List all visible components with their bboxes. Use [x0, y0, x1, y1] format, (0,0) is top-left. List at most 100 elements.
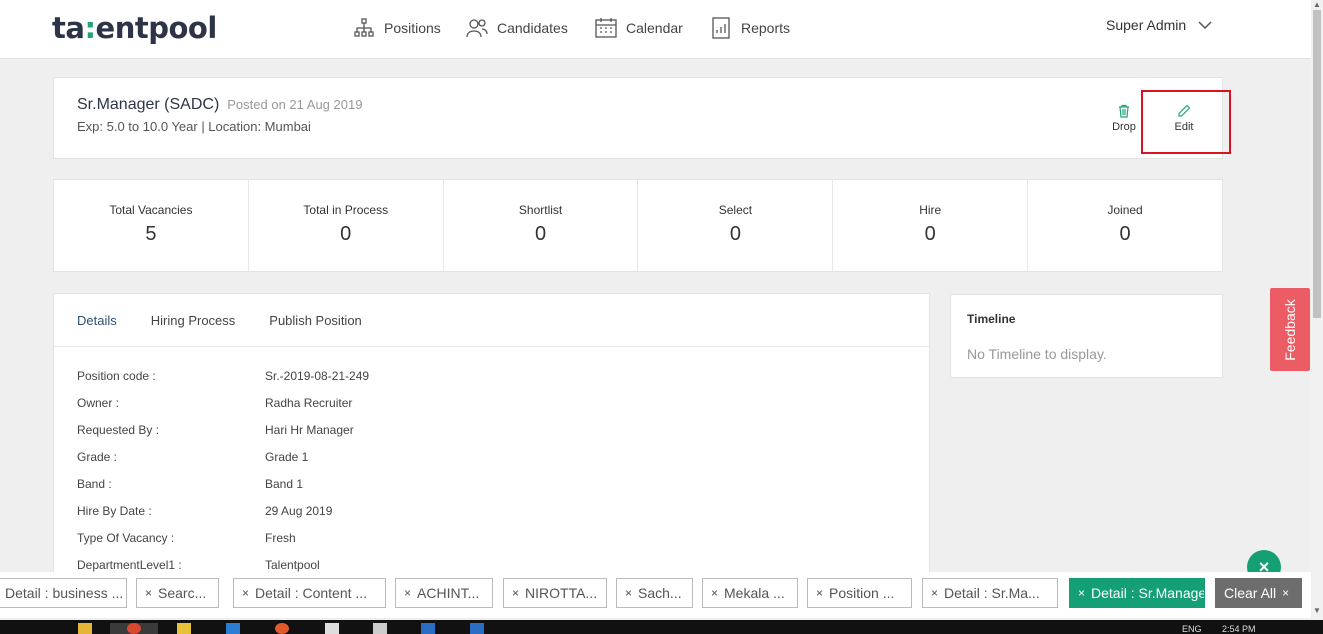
- close-icon[interactable]: ×: [816, 586, 823, 600]
- app-icon[interactable]: [226, 623, 240, 634]
- close-icon: ×: [1282, 586, 1290, 600]
- nav-positions[interactable]: Positions: [352, 16, 441, 40]
- recent-tab-chip[interactable]: × Sach...: [616, 578, 693, 608]
- chip-label: Sach...: [638, 585, 682, 601]
- detail-row-owner: Owner : Radha Recruiter: [54, 396, 929, 423]
- users-icon: [466, 19, 488, 38]
- clock[interactable]: 2:54 PM: [1222, 624, 1256, 634]
- details-list: Position code : Sr.-2019-08-21-249 Owner …: [54, 347, 929, 582]
- chip-label: Position ...: [829, 585, 895, 601]
- detail-key: Requested By :: [77, 423, 160, 437]
- app-icon[interactable]: [275, 623, 289, 634]
- recent-tab-chip-active[interactable]: × Detail : Sr.Manager: [1069, 578, 1205, 608]
- recent-tab-chip[interactable]: × Detail : Sr.Ma...: [922, 578, 1058, 608]
- close-icon[interactable]: ×: [625, 586, 632, 600]
- timeline-panel: Timeline No Timeline to display.: [950, 294, 1223, 378]
- word-icon[interactable]: [421, 623, 435, 634]
- detail-key: Hire By Date :: [77, 504, 152, 518]
- stat-shortlist: Shortlist 0: [444, 180, 639, 271]
- chip-label: Detail : Sr.Ma...: [944, 585, 1040, 601]
- close-icon[interactable]: ×: [711, 586, 718, 600]
- scroll-down-arrow-icon[interactable]: ▼: [1313, 606, 1321, 615]
- detail-key: Type Of Vacancy :: [77, 531, 175, 545]
- recent-tab-chip[interactable]: Detail : business ...: [0, 578, 127, 608]
- tab-publish-position[interactable]: Publish Position: [269, 313, 362, 328]
- sticky-notes-icon[interactable]: [177, 623, 191, 634]
- chip-label: Detail : Sr.Manager: [1091, 585, 1205, 601]
- chip-label: NIROTTA...: [525, 585, 598, 601]
- chip-label: Mekala ...: [724, 585, 785, 601]
- vertical-scrollbar[interactable]: ▲ ▼: [1311, 0, 1323, 620]
- recent-tab-chip[interactable]: × NIROTTA...: [503, 578, 607, 608]
- chip-label: Searc...: [158, 585, 207, 601]
- close-icon[interactable]: ×: [1078, 586, 1085, 600]
- org-chart-icon: [354, 18, 374, 37]
- app-icon[interactable]: [373, 623, 387, 634]
- stat-value: 0: [924, 223, 936, 245]
- user-name: Super Admin: [1106, 17, 1187, 33]
- recent-tab-chip[interactable]: × ACHINT...: [395, 578, 493, 608]
- detail-value: Band 1: [265, 477, 304, 491]
- detail-row-type-of-vacancy: Type Of Vacancy : Fresh: [54, 531, 929, 558]
- feedback-tab[interactable]: Feedback: [1270, 288, 1310, 371]
- edit-highlight-box: [1141, 90, 1231, 154]
- detail-row-grade: Grade : Grade 1: [54, 450, 929, 477]
- stat-label: Total Vacancies: [109, 203, 193, 217]
- nav-reports-label: Reports: [741, 20, 791, 36]
- scroll-up-arrow-icon[interactable]: ▲: [1313, 0, 1321, 9]
- stat-value: 5: [145, 223, 157, 245]
- document-icon[interactable]: [325, 623, 339, 634]
- position-title: Sr.Manager (SADC) Posted on 21 Aug 2019: [77, 96, 363, 113]
- detail-row-band: Band : Band 1: [54, 477, 929, 504]
- close-icon[interactable]: ×: [145, 586, 152, 600]
- detail-key: Position code :: [77, 369, 156, 383]
- close-icon[interactable]: ×: [242, 586, 249, 600]
- chevron-down-icon: [1198, 21, 1212, 30]
- close-icon[interactable]: ×: [931, 586, 938, 600]
- drop-label: Drop: [1112, 121, 1136, 133]
- drop-button[interactable]: Drop: [1104, 104, 1144, 133]
- recent-tab-chip[interactable]: × Searc...: [136, 578, 219, 608]
- nav-candidates[interactable]: Candidates: [465, 16, 568, 40]
- scrollbar-thumb[interactable]: [1313, 10, 1321, 318]
- detail-value: Grade 1: [265, 450, 309, 464]
- stat-label: Joined: [1107, 203, 1143, 217]
- detail-row-position-code: Position code : Sr.-2019-08-21-249: [54, 369, 929, 396]
- stat-label: Shortlist: [518, 203, 563, 217]
- detail-key: Owner :: [77, 396, 120, 410]
- stat-label: Total in Process: [303, 203, 389, 217]
- chrome-icon[interactable]: [127, 623, 141, 634]
- recent-tab-chip[interactable]: × Detail : Content ...: [233, 578, 386, 608]
- language-indicator[interactable]: ENG: [1182, 624, 1202, 634]
- detail-value: 29 Aug 2019: [265, 504, 333, 518]
- detail-key: Grade :: [77, 450, 118, 464]
- stat-total-in-process: Total in Process 0: [249, 180, 444, 271]
- talentpool-logo[interactable]: ta:entpool: [52, 11, 217, 45]
- nav-calendar[interactable]: Calendar: [594, 16, 683, 40]
- detail-row-requested-by: Requested By : Hari Hr Manager: [54, 423, 929, 450]
- stat-joined: Joined 0: [1028, 180, 1222, 271]
- tab-hiring-process[interactable]: Hiring Process: [151, 313, 236, 328]
- recent-tabs-bar: Detail : business ... × Searc... × Detail …: [0, 572, 1311, 618]
- top-navbar: ta:entpool Positions Candidates Calendar…: [0, 0, 1311, 59]
- app-icon[interactable]: [470, 623, 484, 634]
- stats-bar: Total Vacancies 5 Total in Process 0 Sho…: [53, 179, 1223, 272]
- nav-reports[interactable]: Reports: [709, 16, 790, 40]
- close-icon[interactable]: ×: [404, 586, 411, 600]
- recent-tab-chip[interactable]: × Position ...: [807, 578, 912, 608]
- nav-candidates-label: Candidates: [497, 20, 568, 36]
- tab-details[interactable]: Details: [77, 313, 117, 328]
- close-icon[interactable]: ×: [512, 586, 519, 600]
- report-icon: [712, 17, 730, 39]
- stat-hire: Hire 0: [833, 180, 1029, 271]
- user-menu[interactable]: Super Admin: [1106, 17, 1212, 33]
- stat-value: 0: [340, 223, 352, 245]
- stat-value: 0: [535, 223, 547, 245]
- timeline-empty-message: No Timeline to display.: [967, 346, 1107, 362]
- clear-all-button[interactable]: Clear All ×: [1215, 578, 1302, 608]
- file-explorer-icon[interactable]: [78, 623, 92, 634]
- posted-date: Posted on 21 Aug 2019: [227, 97, 363, 112]
- detail-key: Band :: [77, 477, 112, 491]
- calendar-icon: [595, 18, 617, 38]
- recent-tab-chip[interactable]: × Mekala ...: [702, 578, 798, 608]
